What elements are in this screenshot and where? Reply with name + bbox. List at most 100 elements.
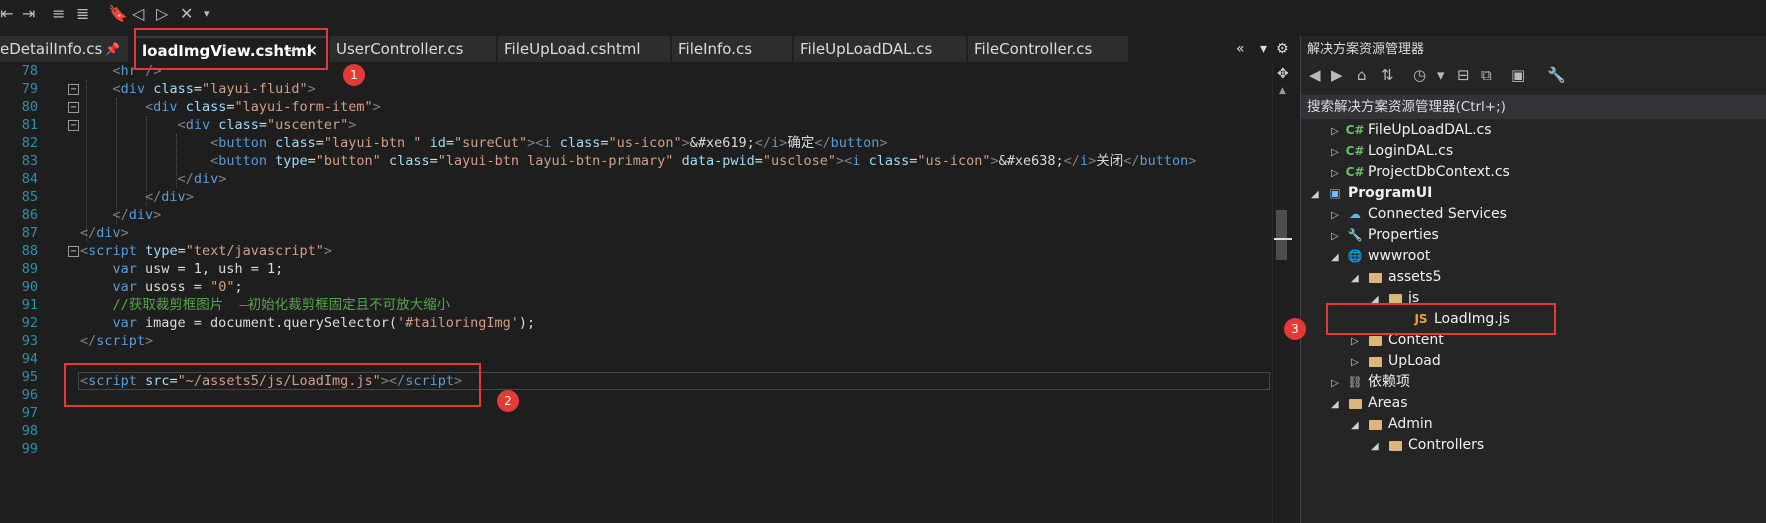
code-line: <div class="uscenter"> (177, 117, 357, 133)
scrollbar-caret-marker (1274, 238, 1292, 240)
uncomment-icon[interactable]: ≣ (76, 4, 89, 24)
tab-edetailinfo[interactable]: eDetailInfo.cs 📌 (0, 36, 128, 62)
line-number: 81 (21, 117, 38, 133)
tree-item-logindal[interactable]: ▷ C# LoginDAL.cs (1331, 141, 1453, 162)
tree-item-properties[interactable]: ▷ 🔧 Properties (1331, 225, 1439, 246)
code-line: <div class="layui-form-item"> (145, 99, 381, 115)
overflow-icon[interactable]: ▾ (204, 4, 210, 24)
tree-item-controllers[interactable]: ◢ Controllers (1371, 435, 1484, 456)
collapse-all-icon[interactable]: ⊟ (1457, 66, 1470, 84)
expand-icon[interactable]: ▷ (1331, 205, 1345, 226)
line-number: 92 (21, 315, 38, 331)
tree-item-label: FileUpLoadDAL.cs (1368, 122, 1492, 138)
tree-item-label: Controllers (1408, 437, 1485, 453)
tree-item-label: LoginDAL.cs (1368, 143, 1454, 159)
tab-fileinfo[interactable]: FileInfo.cs (672, 36, 792, 62)
expand-icon[interactable]: ▷ (1331, 142, 1345, 163)
show-all-files-icon[interactable]: ⧉ (1481, 66, 1492, 84)
sync-icon[interactable]: ▾ (1437, 66, 1445, 84)
tab-fileupload[interactable]: FileUpLoad.cshtml (498, 36, 670, 62)
fold-toggle[interactable]: − (68, 84, 79, 95)
tree-item-label: Connected Services (1368, 206, 1507, 222)
next-bookmark-icon[interactable]: ▷ (156, 4, 168, 24)
back-icon[interactable]: ◀ (1309, 66, 1321, 84)
tree-item-areas[interactable]: ◢ Areas (1331, 393, 1408, 414)
tab-label: FileUpLoad.cshtml (504, 40, 641, 58)
tab-overflow-collapse-icon[interactable]: « (1236, 36, 1245, 62)
code-line: <button class="layui-btn " id="sureCut">… (210, 135, 888, 151)
tree-item-projectdbcontext[interactable]: ▷ C# ProjectDbContext.cs (1331, 162, 1510, 183)
tab-settings-icon[interactable]: ⚙ (1276, 36, 1289, 62)
tree-item-admin[interactable]: ◢ Admin (1351, 414, 1433, 435)
editor-scrollbar[interactable]: ✥ ▲ (1272, 62, 1298, 523)
collapse-icon[interactable]: ◢ (1331, 247, 1345, 268)
code-line: //获取裁剪框图片 —初始化裁剪框固定且不可放大缩小 (112, 297, 451, 313)
tree-item-connected-services[interactable]: ▷ ☁ Connected Services (1331, 204, 1507, 225)
folder-icon (1345, 393, 1365, 414)
tree-item-wwwroot[interactable]: ◢ 🌐 wwwroot (1331, 246, 1430, 267)
tree-item-assets5[interactable]: ◢ assets5 (1351, 267, 1441, 288)
preview-selected-icon[interactable]: ▣ (1511, 66, 1525, 84)
tree-item-fileuploaddal[interactable]: ▷ C# FileUpLoadDAL.cs (1331, 120, 1492, 141)
scrollbar-thumb[interactable] (1276, 210, 1287, 260)
collapse-icon[interactable]: ◢ (1311, 184, 1325, 205)
line-number: 98 (21, 423, 38, 439)
tree-item-label: 依赖项 (1368, 374, 1410, 390)
tab-dropdown-icon[interactable]: ▾ (1260, 36, 1267, 62)
tab-fileuploaddal[interactable]: FileUpLoadDAL.cs (794, 36, 966, 62)
outdent-icon[interactable]: ⇤ (0, 4, 13, 24)
collapse-icon[interactable]: ◢ (1371, 436, 1385, 457)
bookmark-icon[interactable]: 🔖 (108, 4, 128, 24)
tree-item-label: ProjectDbContext.cs (1368, 164, 1510, 180)
switch-views-icon[interactable]: ⇅ (1381, 66, 1394, 84)
expand-icon[interactable]: ▷ (1331, 121, 1345, 142)
expand-icon[interactable]: ▷ (1351, 352, 1365, 373)
scroll-up-icon[interactable]: ▲ (1279, 86, 1286, 96)
tab-label: UserController.cs (336, 40, 464, 58)
collapse-icon[interactable]: ◢ (1331, 394, 1345, 415)
solution-explorer-panel: 解决方案资源管理器 ◀ ▶ ⌂ ⇅ ◷ ▾ ⊟ ⧉ ▣ 🔧 搜索解决方案资源管理… (1300, 36, 1766, 523)
line-number: 80 (21, 99, 38, 115)
pin-icon[interactable]: 📌 (105, 36, 120, 62)
tree-item-label: ProgramUI (1348, 185, 1433, 201)
tree-item-label: Properties (1368, 227, 1439, 243)
fold-toggle[interactable]: − (68, 120, 79, 131)
comment-icon[interactable]: ≡ (52, 4, 65, 24)
tab-label: FileUpLoadDAL.cs (800, 40, 933, 58)
tree-item-label: Admin (1388, 416, 1433, 432)
annotation-box-loadimg (1326, 303, 1556, 335)
expand-icon[interactable]: ▷ (1331, 373, 1345, 394)
prev-bookmark-icon[interactable]: ◁ (132, 4, 144, 24)
code-editor[interactable]: 78 79 80 81 82 83 84 85 86 87 88 89 90 9… (0, 62, 1272, 523)
fold-toggle[interactable]: − (68, 246, 79, 257)
expand-icon[interactable]: ▷ (1331, 163, 1345, 184)
properties-icon[interactable]: 🔧 (1547, 66, 1566, 84)
clear-bookmark-icon[interactable]: ✕ (180, 4, 193, 24)
folder-icon (1365, 267, 1385, 288)
project-icon: ▣ (1329, 186, 1341, 200)
code-line: var image = document.querySelector('#tai… (112, 315, 536, 331)
indent-icon[interactable]: ⇥ (22, 4, 35, 24)
code-line: <div class="layui-fluid"> (112, 81, 316, 97)
tree-item-upload[interactable]: ▷ UpLoad (1351, 351, 1441, 372)
fold-toggle[interactable]: − (68, 102, 79, 113)
tree-item-label: UpLoad (1388, 353, 1441, 369)
tab-filecontroller[interactable]: FileController.cs (968, 36, 1128, 62)
line-number: 78 (21, 63, 38, 79)
collapse-icon[interactable]: ◢ (1351, 415, 1365, 436)
editor-toolbar: ⇤ ⇥ ≡ ≣ 🔖 ◁ ▷ ✕ ▾ (0, 0, 1766, 30)
solution-explorer-search[interactable]: 搜索解决方案资源管理器(Ctrl+;) (1301, 95, 1766, 119)
tab-label: eDetailInfo.cs (0, 40, 103, 58)
forward-icon[interactable]: ▶ (1331, 66, 1343, 84)
collapse-icon[interactable]: ◢ (1351, 268, 1365, 289)
folder-icon (1365, 351, 1385, 372)
pending-changes-icon[interactable]: ◷ (1413, 66, 1426, 84)
tree-item-programui[interactable]: ◢ ▣ ProgramUI (1311, 183, 1432, 204)
home-icon[interactable]: ⌂ (1357, 66, 1367, 84)
solution-explorer-title: 解决方案资源管理器 (1307, 42, 1425, 57)
split-icon[interactable]: ✥ (1277, 66, 1289, 82)
expand-icon[interactable]: ▷ (1331, 226, 1345, 247)
tab-usercontroller[interactable]: UserController.cs (330, 36, 496, 62)
tree-item-dependencies[interactable]: ▷ ⛓ 依赖项 (1331, 372, 1410, 393)
line-number: 85 (21, 189, 38, 205)
